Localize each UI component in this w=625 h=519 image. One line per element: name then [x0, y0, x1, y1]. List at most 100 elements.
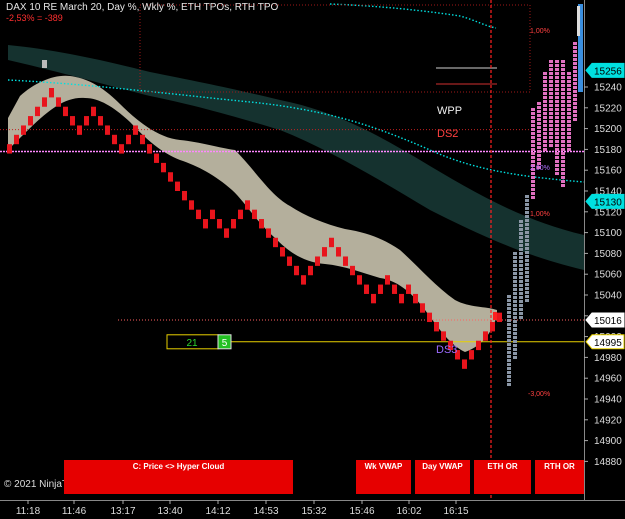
tpo-block: [567, 96, 571, 99]
tpo-block: [513, 296, 517, 299]
tpo-block: [561, 132, 565, 135]
tpo-block: [507, 303, 511, 306]
tpo-block: [519, 276, 523, 279]
tpo-block: [573, 82, 577, 85]
tpo-block: [573, 70, 577, 73]
tpo-block: [525, 199, 529, 202]
y-tick-label: 15080: [594, 249, 622, 260]
y-tick-label: 15240: [594, 83, 622, 94]
tpo-block: [519, 268, 523, 271]
tpo-block: [507, 323, 511, 326]
tpo-block: [525, 267, 529, 270]
renko-brick: [238, 209, 243, 220]
tpo-block: [555, 132, 559, 135]
tpo-block: [543, 116, 547, 119]
x-tick-label: 14:53: [253, 506, 278, 517]
tpo-block: [567, 88, 571, 91]
renko-brick: [203, 219, 208, 229]
tpo-block: [525, 223, 529, 226]
tpo-block: [519, 248, 523, 251]
tpo-block: [513, 252, 517, 255]
level-annotation: WPP: [437, 105, 462, 117]
renko-brick: [301, 275, 306, 285]
tpo-block: [513, 344, 517, 347]
tpo-block: [573, 106, 577, 109]
renko-brick: [483, 331, 488, 341]
tpo-block: [543, 144, 547, 147]
renko-brick: [133, 125, 138, 135]
renko-brick-gray: [42, 60, 47, 68]
price-tag-label: 15130: [594, 197, 622, 208]
tpo-block: [513, 352, 517, 355]
tpo-block: [549, 116, 553, 119]
y-tick-label: 15180: [594, 145, 622, 156]
x-tick-label: 15:46: [349, 506, 374, 517]
renko-brick: [168, 172, 173, 182]
y-tick-label: 14940: [594, 395, 622, 406]
tpo-block: [537, 102, 541, 105]
tpo-block: [507, 359, 511, 362]
tpo-block: [519, 296, 523, 299]
renko-brick: [217, 219, 222, 229]
tpo-block: [561, 88, 565, 91]
price-tag-label: 15016: [594, 316, 622, 327]
tpo-block: [531, 116, 535, 119]
tpo-block: [525, 255, 529, 258]
tpo-block: [573, 62, 577, 65]
wk-vwap-button[interactable]: Wk VWAP: [356, 460, 411, 494]
x-tick-label: 13:17: [110, 506, 135, 517]
renko-brick: [273, 237, 278, 248]
tpo-block: [525, 235, 529, 238]
eth-or-button[interactable]: ETH OR: [474, 460, 531, 494]
tpo-block: [555, 160, 559, 163]
tpo-block: [513, 356, 517, 359]
price-tag-label: 15256: [594, 66, 622, 77]
tpo-block: [561, 180, 565, 183]
tpo-block: [519, 252, 523, 255]
tpo-block: [513, 288, 517, 291]
tpo-block: [573, 66, 577, 69]
tpo-block: [549, 60, 553, 63]
tpo-block: [537, 154, 541, 157]
tpo-block: [513, 292, 517, 295]
tpo-block: [513, 332, 517, 335]
tpo-block: [561, 152, 565, 155]
tpo-block: [507, 295, 511, 298]
tpo-block: [561, 92, 565, 95]
tpo-block: [537, 114, 541, 117]
renko-brick: [210, 209, 215, 220]
tpo-block: [507, 355, 511, 358]
tpo-block: [561, 80, 565, 83]
rth-or-button[interactable]: RTH OR: [535, 460, 584, 494]
renko-brick: [378, 284, 383, 294]
tpo-block: [555, 164, 559, 167]
renko-chart[interactable]: 1488014900149201494014960149801500015020…: [0, 0, 625, 519]
tpo-block: [513, 260, 517, 263]
tpo-block: [519, 280, 523, 283]
tpo-block: [513, 316, 517, 319]
tpo-block: [543, 104, 547, 107]
renko-brick: [420, 303, 425, 313]
price-hyper-cloud-button[interactable]: C: Price <> Hyper Cloud: [64, 460, 293, 494]
tpo-block: [537, 142, 541, 145]
tpo-block: [519, 260, 523, 263]
renko-brick: [189, 200, 194, 210]
tpo-block: [519, 256, 523, 259]
renko-brick: [252, 209, 257, 220]
tpo-block: [561, 104, 565, 107]
tpo-block: [555, 76, 559, 79]
renko-brick: [371, 293, 376, 304]
tpo-block: [531, 172, 535, 175]
tpo-block: [519, 236, 523, 239]
tpo-block: [525, 259, 529, 262]
day-vwap-button[interactable]: Day VWAP: [415, 460, 470, 494]
tpo-block: [519, 240, 523, 243]
tpo-block: [525, 231, 529, 234]
tpo-block: [543, 100, 547, 103]
tpo-block: [573, 90, 577, 93]
renko-brick: [259, 219, 264, 229]
y-tick-label: 14900: [594, 436, 622, 447]
tpo-block: [549, 92, 553, 95]
tpo-block: [567, 136, 571, 139]
tpo-block: [549, 112, 553, 115]
